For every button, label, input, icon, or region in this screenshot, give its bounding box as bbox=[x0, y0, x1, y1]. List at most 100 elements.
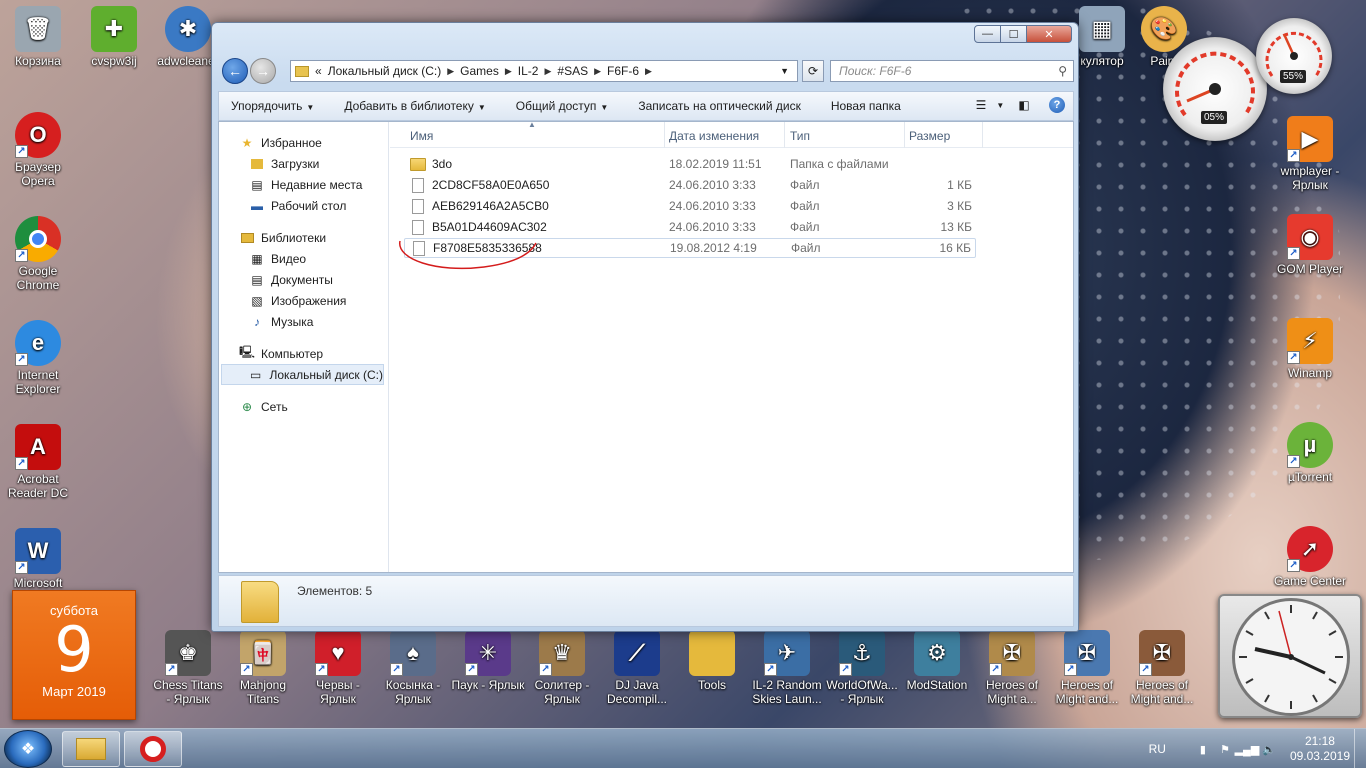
back-button[interactable]: ← bbox=[222, 58, 248, 84]
desktop-icon-mahjong[interactable]: 🀄 ↗ Mahjong Titans bbox=[225, 630, 301, 706]
file-row[interactable]: 2CD8CF58A0E0A650 24.06.2010 3:33 Файл 1 … bbox=[404, 175, 976, 195]
share-button[interactable]: Общий доступ ▼ bbox=[516, 99, 609, 113]
file-icon bbox=[412, 177, 424, 193]
address-segment-disk[interactable]: Локальный диск (C:) bbox=[328, 64, 442, 78]
view-options-icon[interactable]: ☰ ▼ bbox=[976, 97, 1005, 113]
sort-ascending-icon: ▲ bbox=[528, 120, 536, 129]
address-segment-f6f6[interactable]: F6F-6 bbox=[607, 64, 639, 78]
organize-button[interactable]: Упорядочить ▼ bbox=[231, 99, 314, 113]
column-type[interactable]: Тип bbox=[790, 129, 810, 143]
desktop-icon-solitaire[interactable]: ♠ ↗ Косынка - Ярлык bbox=[375, 630, 451, 706]
flag-icon[interactable]: ⚑ bbox=[1218, 742, 1232, 756]
taskbar: ❖ RU ▮ ⚑ ▂▄▆ 🔈 21:18 09.03.2019 bbox=[0, 728, 1366, 768]
desktop-icon-heroes-1[interactable]: ✠ ↗ Heroes of Might a... bbox=[974, 630, 1050, 706]
address-segment-il2[interactable]: IL-2 bbox=[518, 64, 539, 78]
desktop-icon-ie[interactable]: e ↗ Internet Explorer bbox=[0, 320, 76, 396]
desktop-icon-spider[interactable]: ✳ ↗ Паук - Ярлык bbox=[450, 630, 526, 692]
file-row[interactable]: 3do 18.02.2019 11:51 Папка с файлами bbox=[404, 154, 976, 174]
nav-downloads[interactable]: Загрузки bbox=[219, 153, 388, 174]
desktop-icon-opera[interactable]: O ↗ Браузер Opera bbox=[0, 112, 76, 188]
device-icon[interactable]: ▮ bbox=[1196, 742, 1210, 756]
address-history-dropdown[interactable]: ▼ bbox=[780, 66, 789, 76]
desktop-icon-tools[interactable]: Tools bbox=[674, 630, 750, 692]
nav-music[interactable]: ♪ Музыка bbox=[219, 311, 388, 332]
nav-video[interactable]: ▦ Видео bbox=[219, 248, 388, 269]
address-bar[interactable]: « Локальный диск (C:) ▶ Games ▶ IL-2 ▶ #… bbox=[290, 60, 798, 82]
signal-icon[interactable]: ▂▄▆ bbox=[1235, 742, 1260, 756]
address-segment-games[interactable]: Games bbox=[460, 64, 499, 78]
desktop-icon-cvspw3ij[interactable]: ✚ cvspw3ij bbox=[76, 6, 152, 68]
file-row[interactable]: B5A01D44609AC302 24.06.2010 3:33 Файл 13… bbox=[404, 217, 976, 237]
ram-gauge[interactable]: 55% bbox=[1256, 18, 1332, 94]
desktop-icon-chrome[interactable]: ↗ Google Chrome bbox=[0, 216, 76, 292]
desktop-icon-recycle-bin[interactable]: 🗑 Корзина bbox=[0, 6, 76, 68]
winamp-icon: ⚡ ↗ bbox=[1287, 318, 1333, 364]
desktop-icon-heroes-3[interactable]: ✠ ↗ Heroes of Might and... bbox=[1124, 630, 1200, 706]
start-button[interactable]: ❖ bbox=[4, 730, 52, 768]
chevron-right-icon[interactable]: ▶ bbox=[505, 66, 512, 77]
maximize-button[interactable]: ☐ bbox=[1000, 25, 1027, 43]
address-overflow[interactable]: « bbox=[315, 64, 322, 78]
desktop-icon-utorrent[interactable]: µ ↗ µTorrent bbox=[1272, 422, 1348, 484]
nav-desktop[interactable]: ▬ Рабочий стол bbox=[219, 195, 388, 216]
show-desktop-button[interactable] bbox=[1354, 729, 1366, 768]
column-date[interactable]: Дата изменения bbox=[669, 129, 759, 143]
folder-icon bbox=[689, 630, 735, 676]
opera-icon: O ↗ bbox=[15, 112, 61, 158]
add-to-library-button[interactable]: Добавить в библиотеку ▼ bbox=[344, 99, 485, 113]
chevron-right-icon[interactable]: ▶ bbox=[544, 66, 551, 77]
taskbar-explorer[interactable] bbox=[62, 731, 120, 767]
forward-button[interactable]: → bbox=[250, 58, 276, 84]
desktop-icon-modstation[interactable]: ⚙ ModStation bbox=[899, 630, 975, 692]
explorer-window[interactable]: — ☐ ✕ ← → « Локальный диск (C:) ▶ Games … bbox=[211, 22, 1079, 632]
nav-computer[interactable]: 🖳 Компьютер bbox=[219, 343, 388, 364]
search-input[interactable]: Поиск: F6F-6 ⚲ bbox=[830, 60, 1074, 82]
video-icon: ▦ bbox=[251, 251, 263, 266]
desktop-icon-acrobat[interactable]: A ↗ Acrobat Reader DC bbox=[0, 424, 76, 500]
desktop-icon-wows[interactable]: ⚓ ↗ WorldOfWa... - Ярлык bbox=[824, 630, 900, 706]
desktop-icon-winamp[interactable]: ⚡ ↗ Winamp bbox=[1272, 318, 1348, 380]
column-size[interactable]: Размер bbox=[909, 129, 950, 143]
desktop-icon-wmplayer[interactable]: ▶ ↗ wmplayer - Ярлык bbox=[1272, 116, 1348, 192]
calendar-gadget[interactable]: суббота 9 Март 2019 bbox=[12, 590, 136, 720]
close-button[interactable]: ✕ bbox=[1026, 25, 1072, 43]
desktop-icon-il2[interactable]: ✈ ↗ IL-2 Random Skies Laun... bbox=[749, 630, 825, 706]
desktop-icon-freecell[interactable]: ♛ ↗ Солитер - Ярлык bbox=[524, 630, 600, 706]
desktop-icon-game-center[interactable]: ➚ ↗ Game Center bbox=[1272, 526, 1348, 588]
taskbar-clock[interactable]: 21:18 09.03.2019 bbox=[1290, 734, 1350, 764]
new-folder-button[interactable]: Новая папка bbox=[831, 99, 901, 113]
cpu-gauge[interactable]: 05% bbox=[1163, 37, 1267, 141]
chess-icon: ♚ ↗ bbox=[165, 630, 211, 676]
computer-icon: 🖳 bbox=[239, 345, 256, 359]
nav-favorites[interactable]: ★ Избранное bbox=[219, 132, 388, 153]
taskbar-opera[interactable] bbox=[124, 731, 182, 767]
chevron-right-icon[interactable]: ▶ bbox=[645, 66, 652, 77]
nav-network[interactable]: ⊕ Сеть bbox=[219, 396, 388, 417]
nav-recent-places[interactable]: ▤ Недавние места bbox=[219, 174, 388, 195]
refresh-button[interactable]: ⟳ bbox=[802, 60, 824, 82]
chevron-right-icon[interactable]: ▶ bbox=[447, 66, 454, 77]
desktop-icon-chess[interactable]: ♚ ↗ Chess Titans - Ярлык bbox=[150, 630, 226, 706]
desktop-icon-word[interactable]: W ↗ Microsoft bbox=[0, 528, 76, 590]
minimize-button[interactable]: — bbox=[974, 25, 1001, 43]
address-segment-sas[interactable]: #SAS bbox=[557, 64, 588, 78]
nav-images[interactable]: ▧ Изображения bbox=[219, 290, 388, 311]
column-name[interactable]: Имя bbox=[410, 129, 433, 143]
language-indicator[interactable]: RU bbox=[1149, 742, 1166, 756]
preview-pane-icon[interactable]: ◧ bbox=[1015, 97, 1033, 113]
nav-local-disk[interactable]: ▭ Локальный диск (C:) bbox=[221, 364, 384, 385]
il2-icon: ✈ ↗ bbox=[764, 630, 810, 676]
desktop-icon-dj-java[interactable]: ⟋ DJ Java Decompil... bbox=[599, 630, 675, 706]
file-row[interactable]: AEB629146A2A5CB0 24.06.2010 3:33 Файл 3 … bbox=[404, 196, 976, 216]
desktop-icon-heroes-2[interactable]: ✠ ↗ Heroes of Might and... bbox=[1049, 630, 1125, 706]
opera-icon bbox=[140, 736, 166, 762]
help-icon[interactable]: ? bbox=[1049, 97, 1065, 113]
nav-libraries[interactable]: Библиотеки bbox=[219, 227, 388, 248]
desktop-icon-hearts[interactable]: ♥ ↗ Червы - Ярлык bbox=[300, 630, 376, 706]
burn-button[interactable]: Записать на оптический диск bbox=[638, 99, 801, 113]
desktop-icon-gom[interactable]: ◉ ↗ GOM Player bbox=[1272, 214, 1348, 276]
clock-gadget[interactable] bbox=[1218, 594, 1362, 718]
chevron-right-icon[interactable]: ▶ bbox=[594, 66, 601, 77]
volume-icon[interactable]: 🔈 bbox=[1262, 742, 1276, 756]
nav-documents[interactable]: ▤ Документы bbox=[219, 269, 388, 290]
